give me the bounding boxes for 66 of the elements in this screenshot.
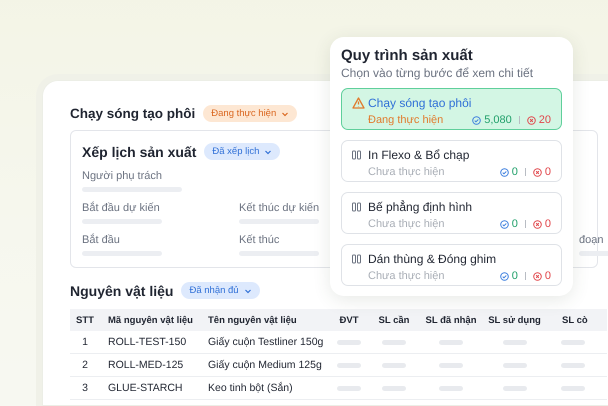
field-label: Bắt đầu dự kiến (82, 202, 160, 214)
check-circle-icon (500, 220, 509, 228)
warning-icon (352, 97, 365, 109)
field-label: đoạn (579, 234, 604, 246)
table-cell: 1 (70, 331, 100, 354)
check-circle-icon (500, 272, 509, 280)
column-header: Tên nguyên vật liệu (200, 309, 330, 331)
step-title: In Flexo & Bổ chạp (368, 148, 470, 162)
status-dropdown[interactable]: Đã xếp lịch (204, 143, 280, 160)
table-cell: 2 (70, 354, 100, 376)
column-header: ĐVT (330, 309, 368, 331)
failed-count: 0 (544, 166, 551, 178)
column-header: SL sử dụng (482, 309, 547, 331)
cancel-circle-icon (532, 272, 542, 280)
column-header: SL cần (368, 309, 420, 331)
column-header: SL cò (547, 309, 607, 331)
done-count: 0 (512, 218, 518, 230)
done-count: 0 (512, 270, 518, 282)
field-label: Bắt đầu (82, 234, 120, 246)
column-header: STT (70, 309, 100, 331)
popover-subtitle: Chọn vào từng bước để xem chi tiết (341, 66, 534, 80)
process-step[interactable]: In Flexo & Bổ chạp Chưa thực hiện 0 0 (341, 140, 562, 182)
step-status: Chưa thực hiện (368, 270, 446, 282)
field-label: Người phụ trách (82, 170, 162, 182)
failed-count: 0 (544, 270, 551, 282)
failed-count: 20 (538, 114, 551, 126)
status-dropdown[interactable]: Đang thực hiện (203, 105, 298, 122)
table-cell: ROLL-TEST-150 (100, 331, 200, 354)
process-step[interactable]: Chạy sóng tạo phôi Đang thực hiện 5,080 20 (341, 88, 562, 130)
cancel-circle-icon (526, 116, 536, 124)
step-status: Chưa thực hiện (368, 166, 446, 178)
table-cell: ROLL-MED-125 (100, 354, 200, 376)
failed-count: 0 (544, 218, 551, 230)
column-header: SL đã nhận (420, 309, 482, 331)
step-title: Chạy sóng tạo phôi (368, 96, 472, 110)
schedule-title: Xếp lịch sản xuất (82, 144, 196, 160)
process-step[interactable]: Bế phẳng định hình Chưa thực hiện 0 0 (341, 192, 562, 234)
table-cell: Giấy cuộn Testliner 150g (200, 331, 330, 354)
cancel-circle-icon (532, 168, 542, 176)
caret-icon (264, 148, 272, 156)
pause-icon (352, 254, 361, 264)
field-label: Kết thúc (239, 234, 280, 246)
popover-title: Quy trình sản xuất (341, 47, 474, 64)
field-label: Kết thúc dự kiến (239, 202, 320, 214)
step-title: Dán thùng & Đóng ghim (368, 252, 498, 266)
caret-icon (281, 110, 290, 118)
step-title: Bế phẳng định hình (368, 200, 474, 214)
process-step[interactable]: Dán thùng & Đóng ghim Chưa thực hiện 0 0 (341, 244, 562, 286)
done-count: 0 (512, 166, 518, 178)
pause-icon (352, 150, 361, 160)
materials-title: Nguyên vật liệu (70, 282, 174, 298)
table-cell: 3 (70, 376, 100, 400)
table-cell: Giấy cuộn Medium 125g (200, 354, 330, 376)
stage-title: Chạy sóng tạo phôi (70, 106, 196, 121)
column-header: Mã nguyên vật liệu (100, 309, 200, 331)
table-cell: Keo tinh bột (Sắn) (200, 376, 330, 400)
table-cell: GLUE-STARCH (100, 376, 200, 400)
status-dropdown[interactable]: Đã nhận đủ (181, 282, 260, 299)
done-count: 5,080 (484, 114, 512, 126)
step-status: Đang thực hiện (368, 114, 444, 126)
check-circle-icon (500, 168, 509, 176)
cancel-circle-icon (532, 220, 542, 228)
caret-icon (244, 286, 252, 294)
step-status: Chưa thực hiện (368, 218, 446, 230)
pause-icon (352, 202, 361, 212)
check-circle-icon (472, 116, 482, 124)
